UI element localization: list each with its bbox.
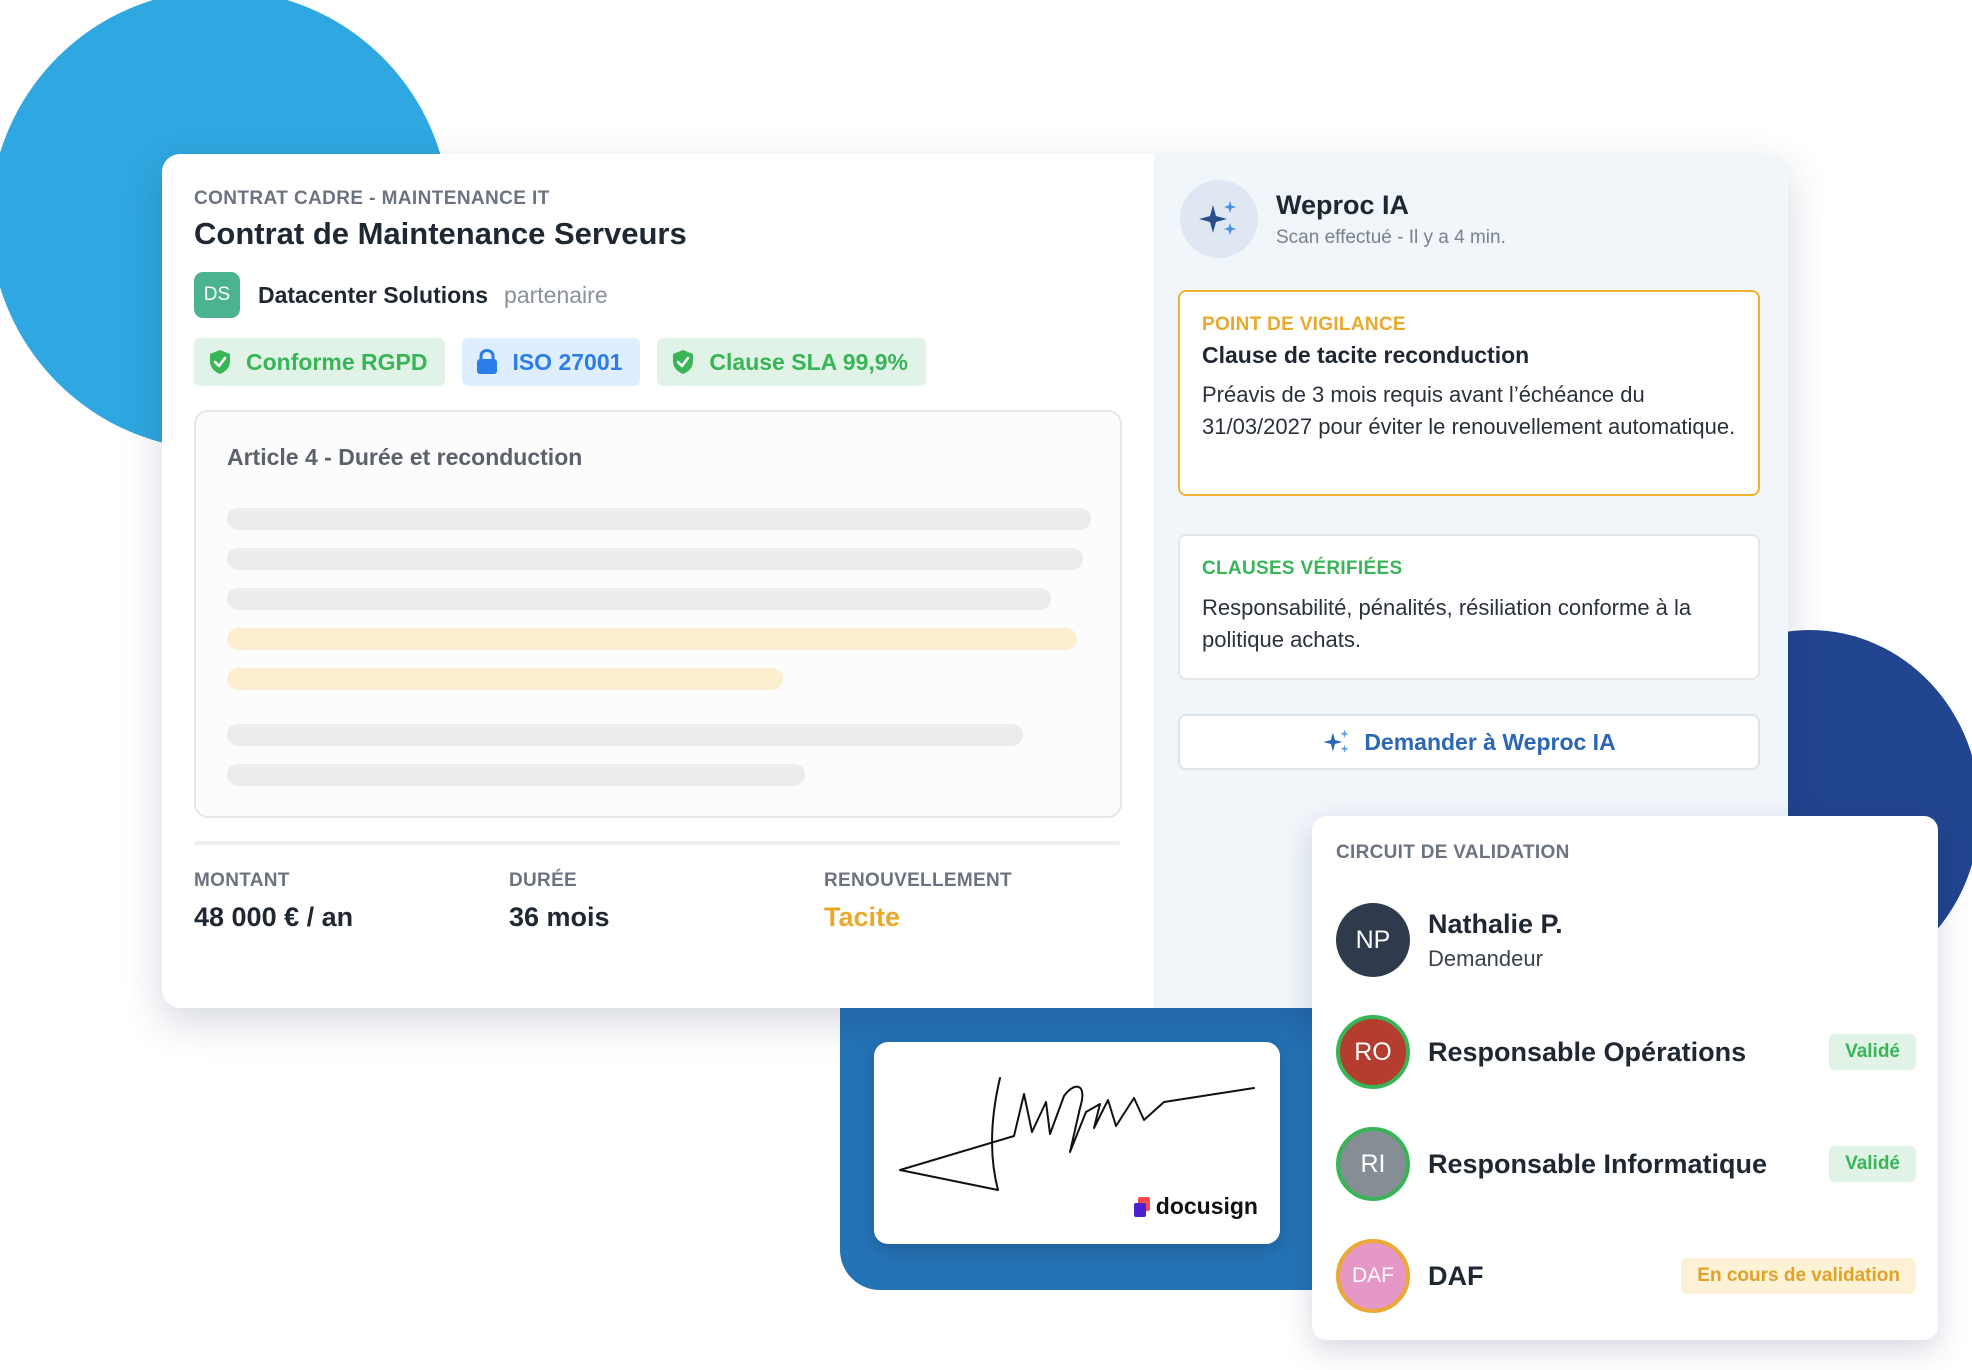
step-name: Responsable Informatique <box>1428 1148 1768 1179</box>
partner-name[interactable]: Datacenter Solutions <box>258 282 488 309</box>
partner-role: partenaire <box>504 281 608 308</box>
tag-label: ISO 27001 <box>512 348 623 375</box>
ai-header: Weproc IA Scan effectué - Il y a 4 min. <box>1180 180 1506 258</box>
stat-renewal: RENOUVELLEMENT Tacite <box>824 870 1012 933</box>
avatar: DAF <box>1336 1239 1410 1313</box>
sparkle-icon <box>1323 729 1349 753</box>
validation-step[interactable]: NP Nathalie P. Demandeur <box>1336 900 1916 980</box>
contract-title: Contrat de Maintenance Serveurs <box>194 216 687 251</box>
stat-label: RENOUVELLEMENT <box>824 870 1012 891</box>
stat-value: Tacite <box>824 902 901 932</box>
ai-name: Weproc IA <box>1276 189 1410 220</box>
stat-value: 48 000 € / an <box>194 902 354 932</box>
vigilance-alert: POINT DE VIGILANCE Clause de tacite reco… <box>1178 290 1760 496</box>
docusign-mark-icon <box>1133 1196 1152 1217</box>
compliance-tags: Conforme RGPD ISO 27001 Clause SLA 99,9% <box>194 338 926 386</box>
stat-label: MONTANT <box>194 870 290 891</box>
validation-circuit-card: CIRCUIT DE VALIDATION NP Nathalie P. Dem… <box>1312 816 1938 1340</box>
validation-step[interactable]: RO Responsable Opérations Validé <box>1336 1012 1916 1092</box>
validation-title: CIRCUIT DE VALIDATION <box>1336 842 1570 863</box>
tag-iso: ISO 27001 <box>462 338 641 386</box>
step-name: Nathalie P. <box>1428 908 1563 939</box>
sparkle-icon <box>1199 201 1236 235</box>
contract-category: CONTRAT CADRE - MAINTENANCE IT <box>194 188 550 209</box>
highlighted-text-line <box>227 668 783 690</box>
stat-amount: MONTANT 48 000 € / an <box>194 870 353 933</box>
shield-check-icon <box>673 350 694 374</box>
shield-check-icon <box>210 350 230 374</box>
verified-eyebrow: CLAUSES VÉRIFIÉES <box>1202 558 1403 579</box>
validation-step[interactable]: RI Responsable Informatique Validé <box>1336 1124 1916 1204</box>
tag-sla: Clause SLA 99,9% <box>657 338 926 386</box>
alert-body: Préavis de 3 mois requis avant l’échéanc… <box>1202 382 1736 439</box>
ask-ai-label: Demander à Weproc IA <box>1364 728 1616 755</box>
highlighted-text-line <box>227 628 1077 650</box>
alert-title: Clause de tacite reconduction <box>1202 342 1530 368</box>
avatar: RI <box>1336 1127 1410 1201</box>
partner-avatar: DS <box>194 272 240 318</box>
article-title: Article 4 - Durée et reconduction <box>227 444 583 470</box>
contract-details-panel: CONTRAT CADRE - MAINTENANCE IT Contrat d… <box>162 154 1154 1008</box>
docusign-logo: docusign <box>1133 1193 1258 1220</box>
verified-clauses: CLAUSES VÉRIFIÉES Responsabilité, pénali… <box>1178 534 1760 680</box>
text-placeholder-line <box>227 508 1091 530</box>
tag-label: Conforme RGPD <box>246 348 428 375</box>
step-role: Demandeur <box>1428 945 1543 971</box>
step-name: DAF <box>1428 1260 1484 1291</box>
docusign-wordmark: docusign <box>1155 1193 1258 1219</box>
tag-rgpd: Conforme RGPD <box>194 338 446 386</box>
stat-label: DURÉE <box>509 870 578 891</box>
stat-value: 36 mois <box>509 902 610 932</box>
status-badge: En cours de validation <box>1681 1258 1916 1294</box>
divider <box>194 841 1120 845</box>
avatar: NP <box>1336 903 1410 977</box>
lock-icon <box>477 349 498 374</box>
verified-body: Responsabilité, pénalités, résiliation c… <box>1202 595 1692 652</box>
partner-row: DS Datacenter Solutions partenaire <box>194 272 608 318</box>
text-placeholder-line <box>227 724 1023 746</box>
status-badge: Validé <box>1829 1034 1916 1070</box>
text-placeholder-line <box>227 588 1051 610</box>
avatar: RO <box>1336 1015 1410 1089</box>
step-name: Responsable Opérations <box>1428 1036 1747 1067</box>
tag-label: Clause SLA 99,9% <box>709 348 908 375</box>
validation-step[interactable]: DAF DAF En cours de validation <box>1336 1236 1916 1316</box>
ask-ai-button[interactable]: Demander à Weproc IA <box>1178 714 1760 770</box>
alert-eyebrow: POINT DE VIGILANCE <box>1202 314 1406 335</box>
signature-card: docusign <box>874 1042 1280 1244</box>
article-preview[interactable]: Article 4 - Durée et reconduction <box>194 410 1122 818</box>
text-placeholder-line <box>227 764 805 786</box>
stat-duration: DURÉE 36 mois <box>509 870 610 933</box>
scan-status: Scan effectué - Il y a 4 min. <box>1276 226 1506 248</box>
status-badge: Validé <box>1829 1146 1916 1182</box>
ai-avatar <box>1180 180 1258 258</box>
text-placeholder-line <box>227 548 1083 570</box>
